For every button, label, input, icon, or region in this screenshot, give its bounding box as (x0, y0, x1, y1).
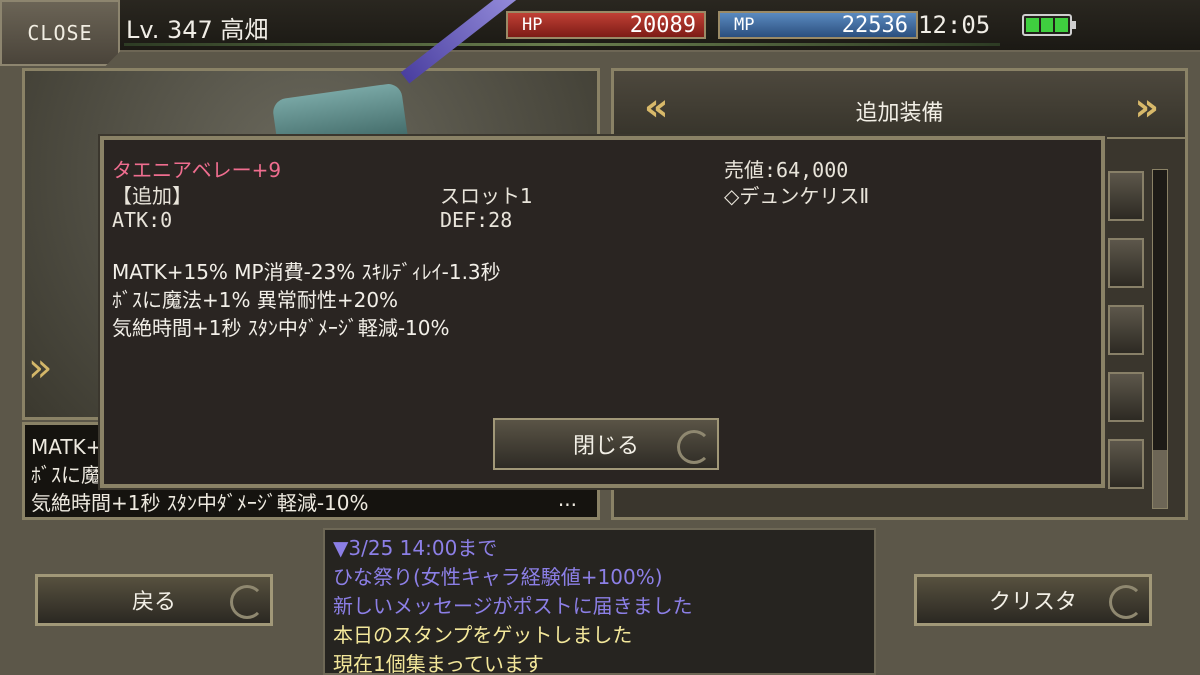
battery-full-icon (1022, 14, 1076, 36)
equipment-slot[interactable] (1108, 439, 1144, 489)
sell-value: 売値:64,000 (724, 158, 849, 182)
equipment-slot[interactable] (1108, 305, 1144, 355)
crysta-label: クリスタ (988, 590, 1077, 615)
dialog-close-button[interactable]: 閉じる (493, 418, 719, 470)
mp-value: 22536 (841, 12, 908, 38)
equipment-scrollbar[interactable] (1152, 169, 1168, 509)
mp-gauge: MP 22536 (718, 11, 918, 39)
message-line: 本日のスタンプをゲットしました (333, 623, 633, 647)
message-line: 現在1個集まっています (333, 652, 544, 675)
equipment-category-header: « 追加装備 » (614, 71, 1185, 139)
summary-line-3: 気絶時間+1秒 ｽﾀﾝ中ﾀﾞﾒｰｼﾞ軽減-10% (31, 491, 369, 515)
effect-line: ﾎﾞｽに魔法+1% 異常耐性+20% (112, 288, 399, 312)
swirl-ornament-icon (677, 430, 711, 464)
item-crystal: ◇デュンケリスⅡ (724, 184, 870, 208)
hp-value: 20089 (629, 12, 696, 38)
message-line: 新しいメッセージがポストに届きました (333, 594, 693, 618)
item-category: 【追加】 (112, 184, 192, 208)
hp-label: HP (522, 15, 543, 35)
equipment-slot[interactable] (1108, 238, 1144, 288)
back-button[interactable]: 戻る (35, 574, 273, 626)
equipment-category-title: 追加装備 (855, 101, 944, 126)
hp-gauge: HP 20089 (506, 11, 706, 39)
message-line: ▼3/25 14:00まで (333, 536, 498, 560)
summary-more[interactable]: ... (558, 485, 577, 513)
equipment-slot[interactable] (1108, 171, 1144, 221)
item-refine: +9 (251, 158, 282, 182)
double-chevron-right-icon[interactable]: » (1134, 85, 1158, 129)
effect-line: MATK+15% MP消費-23% ｽｷﾙﾃﾞｨﾚｲ-1.3秒 (112, 260, 501, 284)
item-name: タエニアベレー (112, 158, 252, 182)
status-bar: Lv. 347 高畑 HP 20089 MP 22536 12:05 (0, 0, 1200, 52)
message-log: ▼3/25 14:00まで ひな祭り(女性キャラ経験値+100%) 新しいメッセ… (323, 528, 876, 675)
scrollbar-track (1153, 170, 1167, 450)
swirl-ornament-icon (230, 585, 264, 619)
mp-label: MP (734, 15, 755, 35)
item-name-row: タエニアベレー+9 (112, 154, 281, 183)
swirl-ornament-icon (1109, 585, 1143, 619)
item-effects: MATK+15% MP消費-23% ｽｷﾙﾃﾞｨﾚｲ-1.3秒 ﾎﾞｽに魔法+1… (112, 258, 501, 342)
close-button[interactable]: CLOSE (0, 0, 120, 66)
equipment-slot[interactable] (1108, 372, 1144, 422)
effect-line: 気絶時間+1秒 ｽﾀﾝ中ﾀﾞﾒｰｼﾞ軽減-10% (112, 316, 450, 340)
close-label: CLOSE (27, 21, 93, 45)
item-def: DEF:28 (440, 208, 513, 232)
preview-next-icon[interactable]: » (28, 345, 52, 391)
item-atk: ATK:0 (112, 208, 173, 232)
message-line: ひな祭り(女性キャラ経験値+100%) (333, 565, 663, 589)
item-slot: スロット1 (440, 184, 533, 208)
crysta-button[interactable]: クリスタ (914, 574, 1152, 626)
item-detail-dialog: タエニアベレー+9 売値:64,000 【追加】 スロット1 ◇デュンケリスⅡ … (100, 136, 1105, 488)
clock: 12:05 (918, 11, 991, 39)
player-level-name: Lv. 347 高畑 (126, 16, 269, 44)
back-label: 戻る (131, 590, 176, 615)
dialog-close-label: 閉じる (572, 434, 639, 459)
